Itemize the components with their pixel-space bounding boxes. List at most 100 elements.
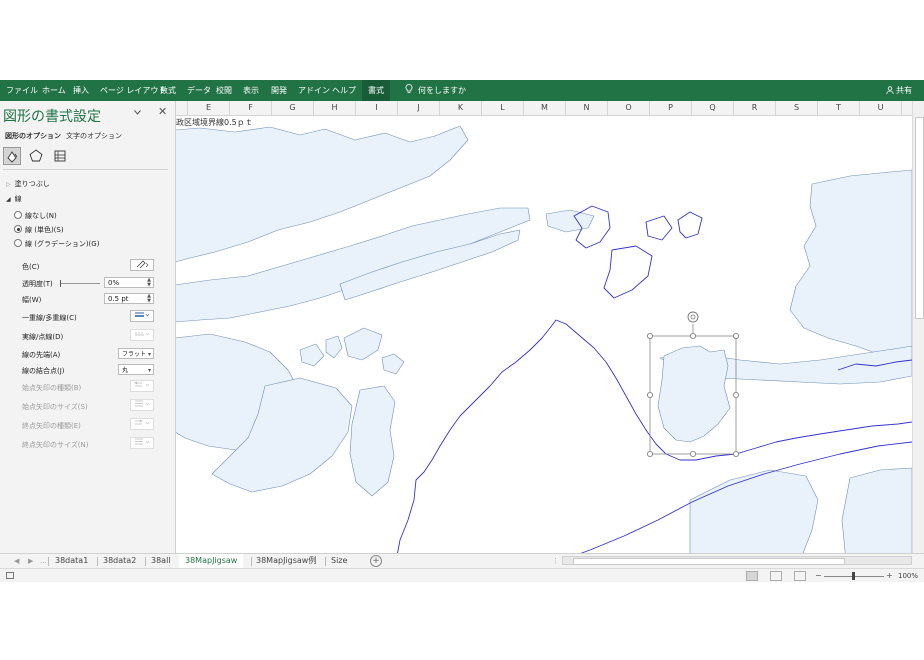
zoom-out-icon[interactable]: − xyxy=(815,569,822,582)
column-header[interactable]: M xyxy=(524,101,566,115)
horizontal-scroll-thumb[interactable] xyxy=(573,558,845,565)
island-small-b xyxy=(381,353,405,375)
sheet-tab[interactable]: Size xyxy=(331,554,347,568)
column-header[interactable]: E xyxy=(188,101,230,115)
cap-type-value: フラット xyxy=(122,351,147,358)
normal-view-icon[interactable] xyxy=(746,571,758,581)
tab-shape-options[interactable]: 図形のオプション xyxy=(5,131,61,141)
end-arrow-size-button[interactable] xyxy=(130,437,154,449)
join-type-value: 丸 xyxy=(122,367,129,374)
sheet-tab[interactable]: 38data1 xyxy=(55,554,88,568)
transparency-input[interactable]: 0% ▲ ▼ xyxy=(104,277,154,288)
cell-text[interactable]: 政区域境界線0.5ｐｔ xyxy=(176,117,253,128)
sheet-tab[interactable]: 38data2 xyxy=(103,554,136,568)
zoom-slider-thumb[interactable] xyxy=(852,572,855,580)
size-properties-icon[interactable] xyxy=(51,147,69,165)
tab-insert[interactable]: 挿入 xyxy=(73,80,89,101)
tab-file[interactable]: ファイル xyxy=(6,80,38,101)
macro-record-icon[interactable] xyxy=(6,572,14,579)
zoom-in-icon[interactable]: + xyxy=(886,569,893,582)
tab-formulas[interactable]: 数式 xyxy=(160,80,176,101)
begin-arrow-size-button[interactable] xyxy=(130,399,154,411)
cap-type-select[interactable]: フラット ▾ xyxy=(118,348,154,359)
column-header[interactable]: F xyxy=(230,101,272,115)
radio-gradient-line[interactable]: 線 (グラデーション)(G) xyxy=(14,239,99,249)
column-header[interactable]: R xyxy=(734,101,776,115)
column-header[interactable]: T xyxy=(818,101,860,115)
dash-type-button[interactable] xyxy=(130,329,154,341)
tab-page-layout[interactable]: ページ レイアウト xyxy=(100,80,166,101)
boundary-islands-top xyxy=(573,205,703,299)
dash-type-label: 実線/点線(D) xyxy=(22,333,64,341)
column-header[interactable]: G xyxy=(272,101,314,115)
line-section-header[interactable]: ◢ 線 xyxy=(6,194,22,204)
tab-split-handle[interactable]: ⋮ xyxy=(552,554,559,568)
join-type-select[interactable]: 丸 ▾ xyxy=(118,364,154,375)
fill-section-label: 塗りつぶし xyxy=(14,180,50,188)
sheet-nav-next-icon[interactable]: ▶ xyxy=(28,554,33,568)
sheet-tab[interactable]: 38all xyxy=(151,554,171,568)
vertical-scroll-thumb[interactable] xyxy=(915,117,924,319)
tab-review[interactable]: 校閲 xyxy=(216,80,232,101)
column-header[interactable]: L xyxy=(482,101,524,115)
effects-pentagon-icon[interactable] xyxy=(27,147,45,165)
column-header[interactable]: U xyxy=(860,101,902,115)
column-header[interactable]: H xyxy=(314,101,356,115)
pane-options-dropdown[interactable] xyxy=(134,108,141,118)
width-input[interactable]: 0.5 pt ▲ ▼ xyxy=(104,293,154,304)
sheet-tab[interactable]: 38MapJigsaw例 xyxy=(256,554,316,568)
fill-section-header[interactable]: ▷ 塗りつぶし xyxy=(6,179,50,189)
radio-label: 線 (グラデーション)(G) xyxy=(25,240,100,248)
share-button[interactable]: 共有 xyxy=(886,80,912,101)
sheet-nav-more-icon[interactable]: … xyxy=(40,554,47,568)
transparency-slider-thumb[interactable] xyxy=(60,280,61,287)
horizontal-scrollbar[interactable] xyxy=(562,556,912,565)
compound-type-button[interactable] xyxy=(130,310,154,322)
column-header[interactable]: J xyxy=(398,101,440,115)
page-layout-view-icon[interactable] xyxy=(770,571,782,581)
radio-indicator xyxy=(14,211,22,219)
compound-lines-icon xyxy=(135,312,150,317)
column-header[interactable]: K xyxy=(440,101,482,115)
page-break-view-icon[interactable] xyxy=(794,571,806,581)
transparency-slider-track[interactable] xyxy=(60,283,100,284)
add-sheet-button[interactable]: + xyxy=(370,555,382,567)
tab-separator xyxy=(48,557,49,566)
line-color-button[interactable] xyxy=(130,259,154,271)
tab-separator xyxy=(251,557,252,566)
end-arrow-type-button[interactable] xyxy=(130,418,154,430)
sheet-tab-bar: ◀ ▶ … 38data1 38data2 38all 38MapJigsaw … xyxy=(0,553,924,570)
spinner-arrows-icon[interactable]: ▲ ▼ xyxy=(147,294,151,304)
compound-type-label: 一重線/多重線(C) xyxy=(22,314,77,322)
close-icon[interactable]: ✕ xyxy=(158,105,167,118)
tab-format[interactable]: 書式 xyxy=(362,80,390,101)
column-header[interactable]: S xyxy=(776,101,818,115)
end-arrow-size-label: 終点矢印のサイズ(N) xyxy=(22,441,89,449)
column-header[interactable]: O xyxy=(608,101,650,115)
fill-line-icon[interactable] xyxy=(3,147,21,165)
tab-addins[interactable]: アドイン xyxy=(298,80,330,101)
tab-view[interactable]: 表示 xyxy=(243,80,259,101)
tab-data[interactable]: データ xyxy=(187,80,211,101)
radio-no-line[interactable]: 線なし(N) xyxy=(14,211,57,221)
tab-home[interactable]: ホーム xyxy=(42,80,66,101)
radio-label: 線 (単色)(S) xyxy=(25,226,64,234)
land-selected-shape xyxy=(657,345,731,443)
column-header[interactable]: N xyxy=(566,101,608,115)
vertical-scrollbar[interactable] xyxy=(912,101,924,561)
tab-text-options[interactable]: 文字のオプション xyxy=(66,131,122,141)
radio-solid-line[interactable]: 線 (単色)(S) xyxy=(14,225,64,235)
zoom-level[interactable]: 100% xyxy=(898,569,918,582)
column-header[interactable]: Q xyxy=(692,101,734,115)
spinner-arrows-icon[interactable]: ▲ ▼ xyxy=(147,278,151,288)
begin-arrow-type-button[interactable] xyxy=(130,380,154,392)
column-header[interactable]: I xyxy=(356,101,398,115)
land-right-top xyxy=(789,169,912,363)
tab-developer[interactable]: 開発 xyxy=(271,80,287,101)
tell-me-search[interactable]: 何をしますか xyxy=(405,80,466,101)
worksheet-canvas[interactable] xyxy=(175,116,912,561)
format-shape-pane: 図形の書式設定 ✕ 図形のオプション 文字のオプション ▷ 塗りつぶし ◢ 線 線な… xyxy=(0,101,176,561)
sheet-nav-prev-icon[interactable]: ◀ xyxy=(14,554,19,568)
column-header[interactable]: P xyxy=(650,101,692,115)
tab-help[interactable]: ヘルプ xyxy=(332,80,356,101)
